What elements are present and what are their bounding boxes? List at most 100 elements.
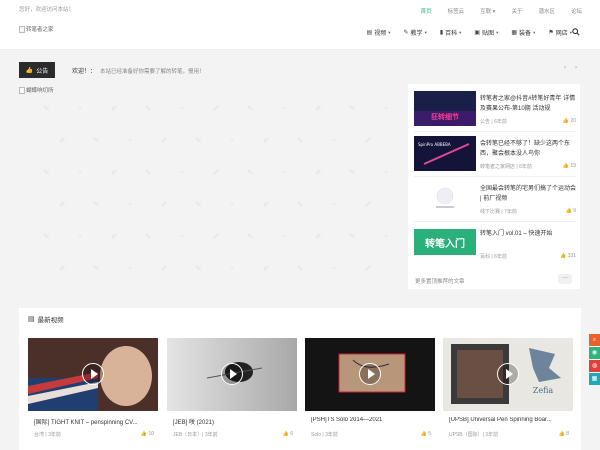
section-header: ▤ 最新视频: [28, 314, 64, 324]
featured-more: 更多置顶推荐的文章 ···: [408, 270, 580, 290]
featured-item[interactable]: 狂转细节 转笔者之家@抖音#转笔好青年 详情及赛果公布-第10期 活动规 公告 …: [414, 88, 576, 132]
play-icon[interactable]: [359, 363, 381, 385]
pattern-icon: ✐: [365, 200, 372, 209]
pattern-icon: ✎: [195, 200, 202, 209]
search-icon[interactable]: ⌕: [589, 334, 600, 346]
chevron-left-icon[interactable]: ‹: [564, 65, 566, 71]
featured-title[interactable]: 转笔入门 vol.01 – 快速开始: [480, 229, 576, 239]
featured-thumbnail: SpinPro ABBEBA: [414, 136, 476, 171]
pattern-icon: ✐: [365, 136, 372, 145]
qrcode-icon[interactable]: ▦: [589, 373, 600, 385]
video-likes: 👍 6: [282, 431, 293, 437]
pattern-icon: ✐: [315, 104, 322, 113]
pattern-icon: ◔: [331, 200, 336, 209]
pattern-icon: ◔: [229, 200, 234, 209]
featured-title[interactable]: 全国最会转笔的宅男们搞了个运动会 | 前厂视频: [480, 184, 576, 204]
featured-title[interactable]: 会转笔已经不够了！缺少这两个东西，聚会根本没人鸟你: [480, 139, 576, 159]
weibo-icon[interactable]: ◍: [589, 360, 600, 372]
pattern-icon: ✐: [111, 232, 118, 241]
pattern-icon: ✎: [247, 168, 254, 177]
site-logo[interactable]: 转笔者之家: [19, 25, 54, 33]
flag-icon: ⚑: [548, 30, 554, 36]
notice-tag: 👍 公告: [19, 62, 55, 78]
featured-meta: 线下比赛 | 7年前: [480, 209, 517, 215]
featured-thumbnail: 狂转细节: [414, 91, 476, 126]
more-featured-link[interactable]: 更多置顶推荐的文章: [415, 277, 465, 285]
nav-item-wiki[interactable]: ▮ 百科 ▾: [440, 28, 462, 38]
nav-label: 视频: [374, 31, 387, 37]
pattern-icon: ✎: [93, 200, 100, 209]
broken-image-icon: [19, 86, 25, 94]
notice-arrows: ‹ ›: [555, 65, 577, 71]
featured-title[interactable]: 转笔者之家@抖音#转笔好青年 详情及赛果公布-第10期 活动规: [480, 94, 576, 114]
pattern-icon: ✐: [213, 104, 220, 113]
video-title[interactable]: [UPSB] Universal Pen Spinning Boar...: [449, 417, 571, 423]
nav-item-images[interactable]: ▣ 贴图 ▾: [474, 28, 499, 38]
chevron-right-icon[interactable]: ›: [575, 65, 577, 71]
pattern-icon: ◔: [179, 232, 184, 241]
pattern-icon: ✐: [213, 168, 220, 177]
pattern-icon: ✎: [349, 104, 356, 113]
search-button[interactable]: [572, 28, 580, 38]
chevron-down-icon: ▾: [388, 29, 391, 35]
featured-item[interactable]: 全国最会转笔的宅男们搞了个运动会 | 前厂视频 线下比赛 | 7年前 👍 9: [414, 178, 576, 222]
pattern-icon: ✐: [161, 264, 168, 273]
play-icon[interactable]: [221, 363, 243, 385]
toplink-forum[interactable]: 论坛: [571, 7, 582, 15]
nav-label: 装备: [519, 31, 532, 37]
more-button[interactable]: ···: [558, 274, 572, 284]
pattern-icon: ✎: [145, 104, 152, 113]
banner-broken-image: 蝴蝶响切所: [19, 86, 54, 94]
pattern-icon: ✐: [111, 104, 118, 113]
featured-meta: 百科 | 6年前: [480, 254, 507, 260]
video-title[interactable]: [JEB] 咲 (2021): [173, 417, 295, 426]
chevron-down-icon: ▾: [496, 29, 499, 35]
top-bar: 您好，欢迎访问本站！ 首页 标签云 互联 ▾ 关于 潜水区 论坛: [0, 0, 600, 18]
video-meta: 台湾 | 3年前: [34, 432, 61, 438]
featured-item[interactable]: SpinPro ABBEBA 会转笔已经不够了！缺少这两个东西，聚会根本没人鸟你…: [414, 133, 576, 177]
pattern-icon: ✎: [145, 168, 152, 177]
pattern-icon: ◔: [127, 264, 132, 273]
video-likes: 👍 10: [140, 431, 154, 437]
featured-item[interactable]: 转笔入门 转笔入门 vol.01 – 快速开始 百科 | 6年前 👍 331: [414, 223, 576, 265]
top-links: 首页 标签云 互联 ▾ 关于 潜水区 论坛: [405, 7, 582, 15]
wechat-icon[interactable]: ◉: [589, 347, 600, 359]
logo-alt-text: 转笔者之家: [26, 27, 54, 33]
video-title[interactable]: [国际] TIGHT KNIT – penspinning CV...: [34, 417, 156, 426]
featured-likes: 👍 20: [562, 118, 576, 124]
banner-slider[interactable]: 蝴蝶响切所 ✎ ◔ ✐ ✎ ◔ ✐ ✎ ◔ ✐ ✎ ◔ ✐ ✎ ◔ ✐ ✎ ◔ ✐ ✎ ◔ ✐ ✎ ◔ ✐ ✎ ◔ ✐ ✎ ◔ ✐ ✎ ◔ ✐ ✎…: [19, 84, 401, 292]
pattern-icon: ✐: [315, 232, 322, 241]
pattern-icon: ◔: [77, 104, 82, 113]
pattern-icon: ✐: [161, 136, 168, 145]
toplink-about[interactable]: 关于: [511, 7, 522, 15]
notice-text[interactable]: 欢迎！： 本站已经准备好你需要了解的转笔，慢用！: [72, 66, 205, 75]
video-title[interactable]: [PSH]TS Solo 2014—2021: [311, 417, 433, 423]
pattern-icon: ✐: [263, 136, 270, 145]
toplink-dive[interactable]: 潜水区: [538, 7, 555, 15]
pattern-icon: ◔: [383, 232, 388, 241]
thumb-text: SpinPro ABBEBA: [418, 142, 451, 147]
pattern-icon: ✎: [349, 168, 356, 177]
pattern-icon: ◔: [281, 168, 286, 177]
toplink-home[interactable]: 首页: [421, 7, 432, 15]
chevron-down-icon: ▾: [533, 29, 536, 35]
nav-item-teaching[interactable]: ✎ 教学 ▾: [404, 28, 427, 38]
film-icon: ▤: [366, 30, 373, 36]
pattern-icon: ◔: [281, 104, 286, 113]
pattern-icon: ✎: [195, 264, 202, 273]
toplink-links[interactable]: 互联 ▾: [480, 7, 495, 15]
thumbs-up-icon: 👍: [560, 253, 568, 259]
nav-item-shop[interactable]: ⚑ 网店 ▾: [548, 28, 572, 38]
nav-item-gear[interactable]: ▦ 装备 ▾: [511, 28, 536, 38]
play-icon[interactable]: [82, 363, 104, 385]
notice-bar: 👍 公告 欢迎！： 本站已经准备好你需要了解的转笔，慢用！ ‹ ›: [19, 62, 581, 78]
play-icon[interactable]: [497, 363, 519, 385]
toplink-tags[interactable]: 标签云: [448, 7, 465, 15]
pattern-icon: ◔: [179, 104, 184, 113]
video-likes: 👍 8: [558, 431, 569, 437]
banner-alt-text: 蝴蝶响切所: [26, 88, 54, 94]
pattern-icon: ✎: [247, 232, 254, 241]
featured-sidebar: 狂转细节 转笔者之家@抖音#转笔好青年 详情及赛果公布-第10期 活动规 公告 …: [408, 84, 580, 289]
nav-item-videos[interactable]: ▤ 视频 ▾: [366, 28, 391, 38]
featured-meta: 转笔者之家网店 | 6年前: [480, 164, 532, 170]
